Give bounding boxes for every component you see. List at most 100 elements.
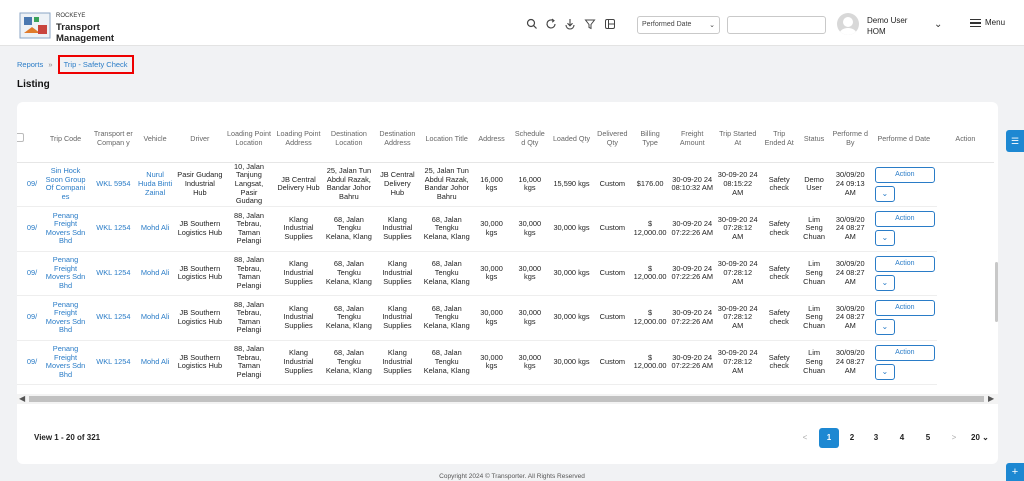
menu-button[interactable]: Menu — [970, 17, 1005, 29]
columns-icon[interactable] — [604, 18, 616, 30]
action-button[interactable]: Action — [874, 211, 935, 228]
col-header[interactable]: Loading Point Location — [224, 116, 274, 163]
cell-billing-type: Custom — [593, 162, 632, 207]
search-icon[interactable] — [526, 18, 538, 30]
table-row[interactable]: 09/Sin Hock Soon Group Of Compani es WKL … — [17, 162, 994, 207]
cell-billing-type: Custom — [593, 206, 632, 252]
date-range-input[interactable] — [727, 16, 826, 34]
col-header[interactable]: Freight Amount — [669, 116, 716, 163]
page-button[interactable]: 3 — [866, 428, 886, 448]
col-header[interactable]: Driver — [175, 116, 225, 163]
col-header[interactable]: Location Title — [420, 116, 473, 163]
vertical-scrollbar[interactable] — [995, 262, 998, 322]
cell-vehicle[interactable]: WKL 1254 — [91, 340, 135, 385]
scroll-thumb[interactable] — [29, 396, 984, 402]
cell-destination-address: 25, Jalan Tun Abdul Razak, Bandar Johor … — [323, 162, 375, 207]
breadcrumb-reports[interactable]: Reports — [17, 60, 43, 69]
col-header[interactable]: Performe d Date — [870, 116, 937, 163]
col-header[interactable]: Transport er Compan y — [91, 116, 135, 163]
settings-sliders-icon[interactable]: ☰ — [1006, 130, 1024, 152]
action-button[interactable]: Action — [874, 255, 935, 272]
col-header[interactable]: Schedule d Qty — [510, 116, 550, 163]
page-button[interactable]: 5 — [918, 428, 938, 448]
scroll-right-icon[interactable]: ▶ — [988, 394, 994, 403]
date-filter-select[interactable]: Performed Date ⌄ — [637, 16, 720, 34]
action-cell: Action ⌄ — [870, 162, 937, 207]
breadcrumb-current[interactable]: Trip - Safety Check — [57, 55, 134, 74]
col-header[interactable]: Loaded Qty — [549, 116, 594, 163]
cell-vehicle[interactable]: WKL 5954 — [91, 162, 135, 207]
table-row[interactable]: 09/Penang Freight Movers Sdn Bhd WKL 1254… — [17, 206, 994, 252]
per-page-select[interactable]: 20 ⌄ — [971, 428, 1005, 448]
prev-page-button[interactable]: < — [795, 428, 815, 448]
filter-icon[interactable] — [584, 18, 596, 30]
action-dropdown-chevron-icon[interactable]: ⌄ — [874, 363, 895, 380]
col-header[interactable]: Trip Code — [39, 116, 92, 163]
page-button[interactable]: 2 — [842, 428, 862, 448]
cell-trip-code[interactable]: 09/ — [26, 206, 40, 252]
cell-driver[interactable]: Mohd Ali — [134, 295, 176, 341]
cell-performed-by: Lim Seng Chuan — [798, 340, 830, 385]
action-dropdown-chevron-icon[interactable]: ⌄ — [874, 274, 895, 291]
col-header[interactable]: Destination Address — [374, 116, 421, 163]
scroll-left-icon[interactable]: ◀ — [19, 394, 25, 403]
listing-card: Trip Code Transport er Compan y Vehicle … — [17, 102, 998, 464]
cell-driver[interactable]: Mohd Ali — [134, 251, 176, 296]
action-dropdown-chevron-icon[interactable]: ⌄ — [874, 230, 895, 247]
cell-transporter[interactable]: Sin Hock Soon Group Of Compani es — [39, 162, 92, 207]
user-info[interactable]: Demo User HOM — [867, 15, 907, 37]
table-row[interactable]: 09/Penang Freight Movers Sdn Bhd WKL 1254… — [17, 251, 994, 296]
cell-performed-date: 30/09/20 24 08:27 AM — [829, 206, 871, 252]
cell-vehicle[interactable]: WKL 1254 — [91, 251, 135, 296]
cell-address: 68, Jalan Tengku Kelana, Klang — [420, 251, 473, 296]
cell-trip-code[interactable]: 09/ — [26, 251, 40, 296]
cell-driver[interactable]: Nurul Huda Binti Zainal — [134, 162, 176, 207]
cell-driver[interactable]: Mohd Ali — [134, 206, 176, 252]
page-button[interactable]: 1 — [819, 428, 839, 448]
per-page-value: 20 — [971, 433, 980, 442]
cell-driver[interactable]: Mohd Ali — [134, 340, 176, 385]
col-header[interactable]: Performe d By — [829, 116, 871, 163]
cell-loading-address: 88, Jalan Tebrau, Taman Pelangi — [224, 295, 274, 341]
action-button[interactable]: Action — [874, 300, 935, 317]
page-title: Listing — [17, 79, 50, 90]
col-header[interactable]: Loading Point Address — [273, 116, 324, 163]
avatar[interactable] — [837, 13, 859, 35]
col-header[interactable]: Address — [472, 116, 511, 163]
cell-transporter[interactable]: Penang Freight Movers Sdn Bhd — [39, 251, 92, 296]
user-menu-chevron-icon[interactable]: ⌄ — [934, 19, 942, 30]
select-all-checkbox[interactable] — [17, 133, 25, 142]
cell-transporter[interactable]: Penang Freight Movers Sdn Bhd — [39, 206, 92, 252]
col-header[interactable]: Status — [798, 116, 830, 163]
action-dropdown-chevron-icon[interactable]: ⌄ — [874, 185, 895, 202]
table-row[interactable]: 09/Penang Freight Movers Sdn Bhd WKL 1254… — [17, 295, 994, 341]
next-page-button[interactable]: > — [944, 428, 964, 448]
refresh-icon[interactable] — [545, 18, 557, 30]
cell-trip-code[interactable]: 09/ — [26, 162, 40, 207]
cell-trip-code[interactable]: 09/ — [26, 340, 40, 385]
horizontal-scrollbar[interactable]: ◀ ▶ — [17, 394, 998, 404]
cell-transporter[interactable]: Penang Freight Movers Sdn Bhd — [39, 340, 92, 385]
cell-performed-by: Lim Seng Chuan — [798, 251, 830, 296]
col-header[interactable]: Vehicle — [134, 116, 176, 163]
col-header[interactable]: Billing Type — [631, 116, 670, 163]
cell-location-title: Klang Industrial Supplies — [374, 251, 421, 296]
action-dropdown-chevron-icon[interactable]: ⌄ — [874, 319, 895, 336]
col-header[interactable]: Destination Location — [323, 116, 375, 163]
cell-loading-address: 88, Jalan Tebrau, Taman Pelangi — [224, 206, 274, 252]
cell-delivered-qty: 30,000 kgs — [549, 295, 594, 341]
cell-vehicle[interactable]: WKL 1254 — [91, 206, 135, 252]
action-button[interactable]: Action — [874, 166, 935, 183]
page-button[interactable]: 4 — [892, 428, 912, 448]
company-logo[interactable] — [18, 11, 52, 40]
download-icon[interactable] — [564, 18, 576, 30]
col-header[interactable]: Trip Started At — [715, 116, 760, 163]
cell-trip-code[interactable]: 09/ — [26, 295, 40, 341]
cell-performed-date: 30/09/20 24 08:27 AM — [829, 340, 871, 385]
table-row[interactable]: 09/Penang Freight Movers Sdn Bhd WKL 1254… — [17, 340, 994, 385]
action-button[interactable]: Action — [874, 344, 935, 361]
col-header[interactable]: Delivered Qty — [593, 116, 632, 163]
col-header[interactable]: Trip Ended At — [760, 116, 799, 163]
cell-transporter[interactable]: Penang Freight Movers Sdn Bhd — [39, 295, 92, 341]
cell-vehicle[interactable]: WKL 1254 — [91, 295, 135, 341]
